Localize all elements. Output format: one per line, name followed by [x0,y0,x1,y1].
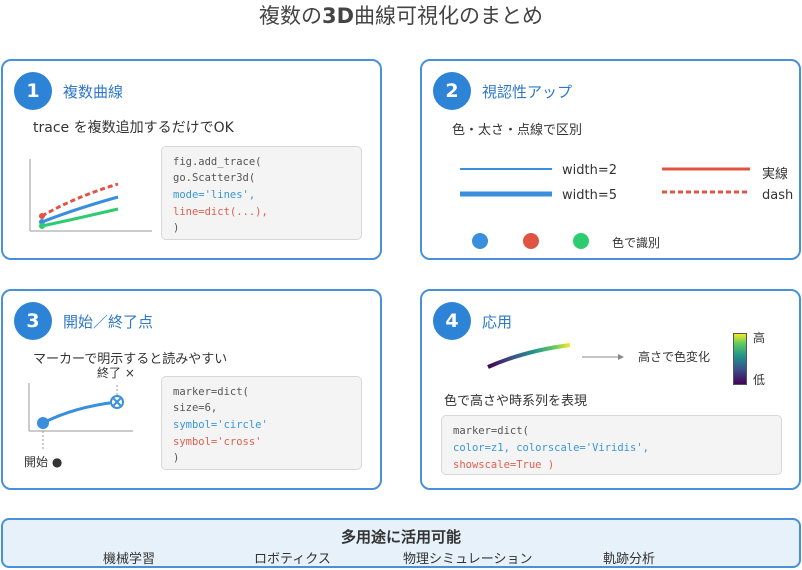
card-title: 開始／終了点 [63,313,154,331]
start-end-illustration [28,383,133,451]
code-line: marker=dict( [173,386,249,398]
red-start-point [39,213,45,219]
code-line: go.Scatter3d( [173,172,256,184]
low-label: 低 [753,373,766,387]
viridis-colorbar [733,333,747,385]
card-subtitle: 色・太さ・点線で区別 [452,123,583,138]
page-title: 複数の3D曲線可視化のまとめ [0,0,802,30]
card-number-badge: 2 [433,72,471,110]
colorscale-illustration [487,343,624,369]
card-start-end-points: 3 開始／終了点 マーカーで明示すると読みやすい 終了 × 開始 ● marke… [1,289,382,490]
color-note: 色で識別 [612,236,661,250]
use-case-item: ロボティクス [254,552,331,567]
title-suffix: 曲線可視化のまとめ [354,4,544,28]
code-block: fig.add_trace( go.Scatter3d( mode='lines… [161,146,362,240]
code-line: symbol='circle' [173,419,268,431]
code-line: size=6, [173,402,218,414]
color-change-label: 高さで色変化 [638,350,711,364]
card-multiple-curves: 1 複数曲線 trace を複数追加するだけでOK fig.add_trace(… [1,59,382,260]
high-label: 高 [753,331,766,345]
trajectory-curve [42,400,118,425]
code-block: marker=dict( size=6, symbol='circle' sym… [161,376,362,470]
use-cases-banner: 多用途に活用可能 機械学習 ロボティクス 物理シミュレーション 軌跡分析 [1,518,801,568]
legend-width5: width=5 [562,188,617,203]
color-dots [472,233,589,249]
code-line: line=dict(...), [173,206,268,218]
card-application: 4 応用 高さで色変化 高 低 色で高さや時系列を表現 marker=dict(… [420,289,801,490]
code-line: symbol='cross' [173,436,262,448]
title-bold: 3D [321,4,355,28]
card-subtitle: trace を複数追加するだけでOK [33,120,234,136]
card-number-badge: 3 [14,302,52,340]
start-marker [37,417,49,429]
code-block: marker=dict( color=z1, colorscale='Virid… [441,415,782,475]
end-label: 終了 × [97,366,135,380]
start-label: 開始 ● [24,455,63,469]
card-subtitle: 色で高さや時系列を表現 [444,394,588,409]
legend-solid: 実線 [762,167,789,182]
code-line: mode='lines', [173,189,256,201]
card-number-badge: 4 [433,302,471,340]
card-title: 視認性アップ [482,83,573,101]
use-case-item: 軌跡分析 [603,552,656,567]
green-dot [573,233,589,249]
title-prefix: 複数の [258,4,322,28]
use-case-item: 機械学習 [103,552,156,567]
arrow-head [618,354,624,360]
multi-curve-illustration [29,159,152,232]
code-line: marker=dict( [453,425,529,437]
blue-dot [472,233,488,249]
card-title: 応用 [482,313,513,331]
card-number-badge: 1 [14,72,52,110]
legend-dash: dash [762,188,794,203]
code-line: fig.add_trace( [173,156,262,168]
card-visibility: 2 視認性アップ 色・太さ・点線で区別 width=2 width=5 実線 d… [420,59,801,260]
red-dot [523,233,539,249]
code-line: ) [173,222,180,234]
green-start-point [39,223,45,229]
use-case-item: 物理シミュレーション [403,552,533,567]
banner-title: 多用途に活用可能 [340,528,461,546]
legend-width2: width=2 [562,163,617,178]
code-line: color=z1, colorscale='Viridis', [453,442,649,454]
card-title: 複数曲線 [63,83,124,101]
viridis-curve [487,343,571,369]
code-line: showscale=True ) [453,459,555,471]
colorbar-fill [733,333,747,385]
code-line: ) [173,452,180,464]
